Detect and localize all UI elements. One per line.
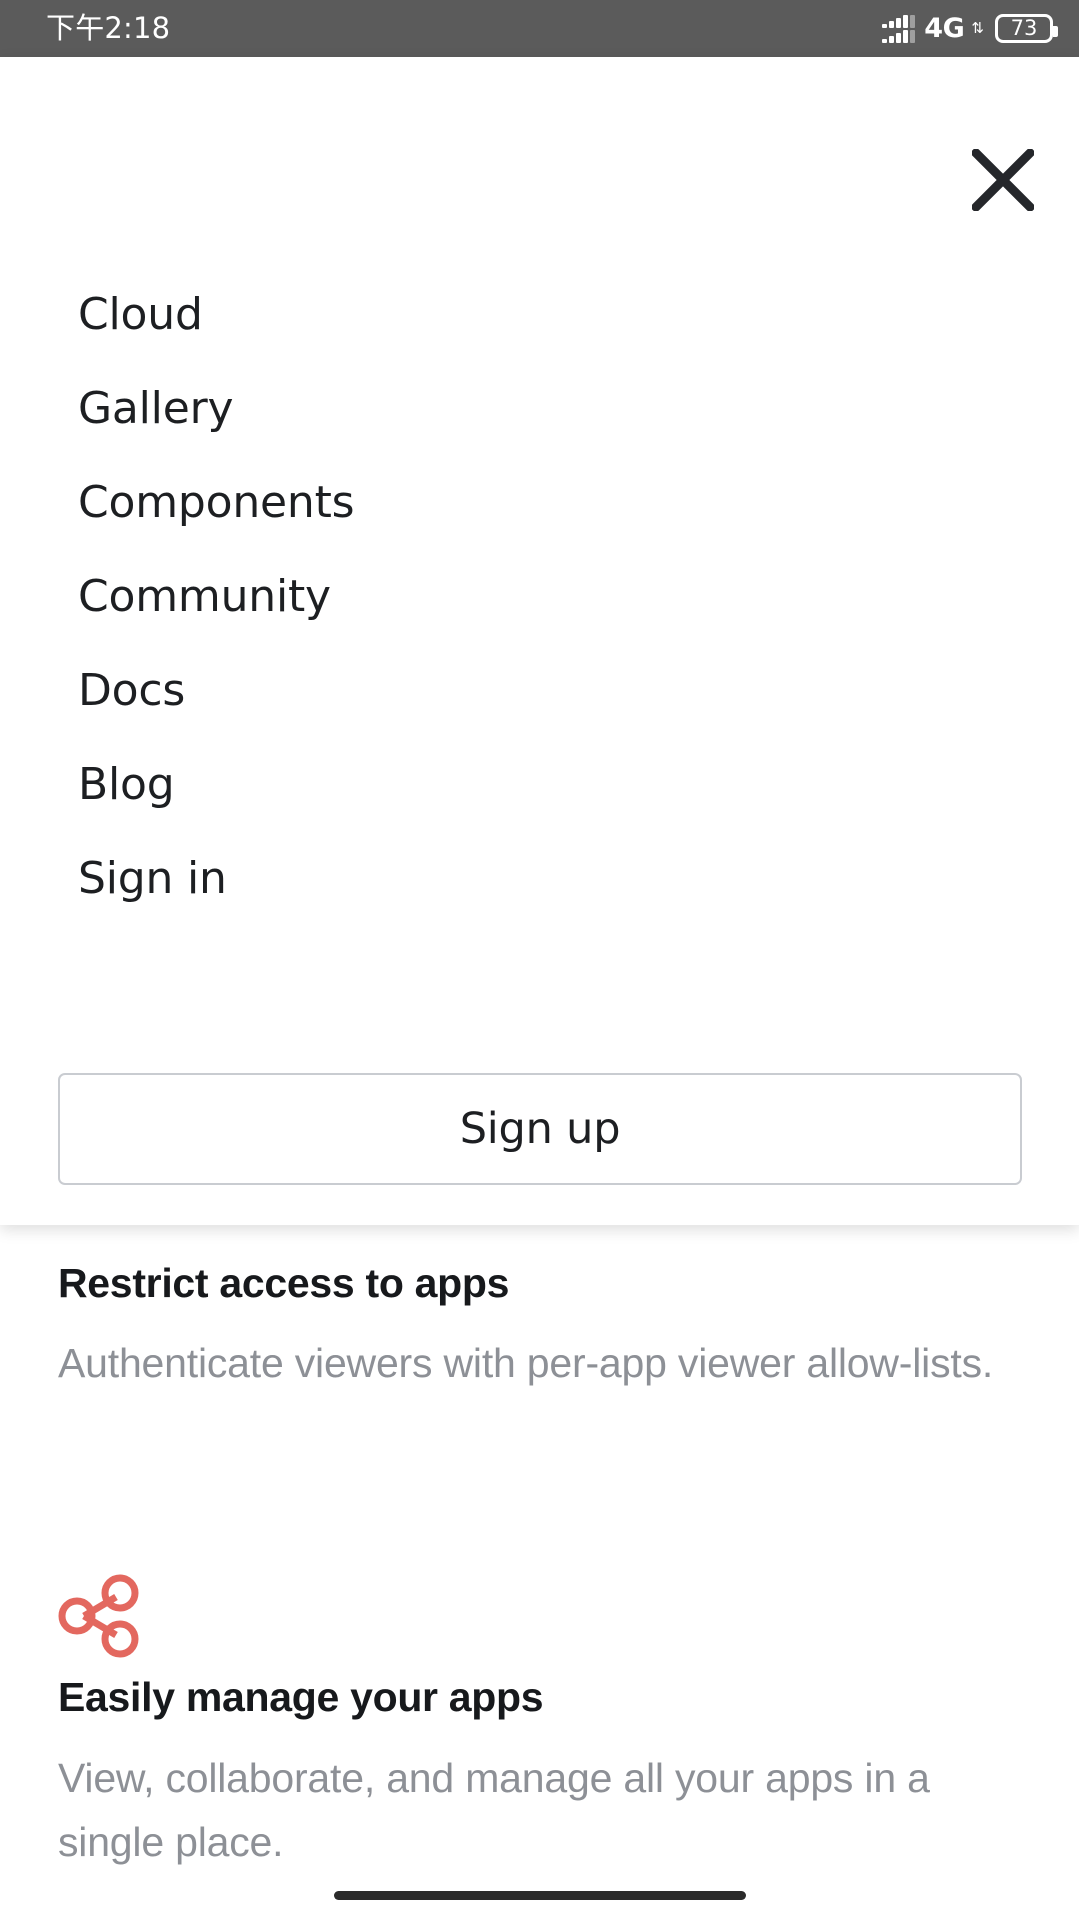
signal-bars-icon — [882, 14, 916, 43]
menu-item-label: Community — [78, 570, 331, 622]
menu-item-community[interactable]: Community — [78, 549, 1001, 643]
menu-item-docs[interactable]: Docs — [78, 643, 1001, 737]
menu-item-label: Sign in — [78, 852, 227, 904]
data-transfer-arrows-icon: ⇅ — [971, 20, 984, 37]
mobile-menu-overlay: Cloud Gallery Components Community Docs … — [0, 57, 1079, 1225]
menu-item-blog[interactable]: Blog — [78, 737, 1001, 831]
battery-icon: 73 — [995, 14, 1058, 43]
menu-item-label: Gallery — [78, 382, 234, 434]
battery-level-label: 73 — [1010, 16, 1038, 40]
feature-title: Restrict access to apps — [58, 1260, 510, 1306]
feature-title: Easily manage your apps — [58, 1674, 544, 1720]
network-type-label: 4G — [924, 13, 965, 44]
status-bar: 下午2:18 4G ⇅ 73 — [0, 0, 1079, 57]
menu-item-sign-in[interactable]: Sign in — [78, 831, 1001, 925]
sign-up-button[interactable]: Sign up — [58, 1073, 1022, 1185]
phone-screen: 下午2:18 4G ⇅ 73 Restrict access to apps A… — [0, 0, 1079, 1919]
menu-item-gallery[interactable]: Gallery — [78, 361, 1001, 455]
menu-item-label: Blog — [78, 758, 175, 810]
share-icon — [56, 1573, 142, 1659]
menu-item-components[interactable]: Components — [78, 455, 1001, 549]
menu-item-label: Components — [78, 476, 355, 528]
home-indicator[interactable] — [333, 1891, 746, 1900]
close-icon[interactable] — [957, 134, 1049, 226]
menu-item-label: Docs — [78, 664, 186, 716]
feature-description: View, collaborate, and manage all your a… — [58, 1755, 930, 1865]
sign-up-button-label: Sign up — [459, 1104, 621, 1154]
status-bar-indicators: 4G ⇅ 73 — [882, 13, 1058, 44]
feature-block-restrict-access: Restrict access to apps Authenticate vie… — [58, 1260, 1031, 1396]
feature-block-manage-apps: Easily manage your apps View, collaborat… — [58, 1674, 1031, 1874]
menu-item-cloud[interactable]: Cloud — [78, 267, 1001, 361]
menu-item-label: Cloud — [78, 288, 203, 340]
status-bar-clock: 下午2:18 — [46, 11, 171, 45]
menu-list: Cloud Gallery Components Community Docs … — [0, 267, 1079, 925]
feature-description: Authenticate viewers with per-app viewer… — [58, 1340, 994, 1387]
